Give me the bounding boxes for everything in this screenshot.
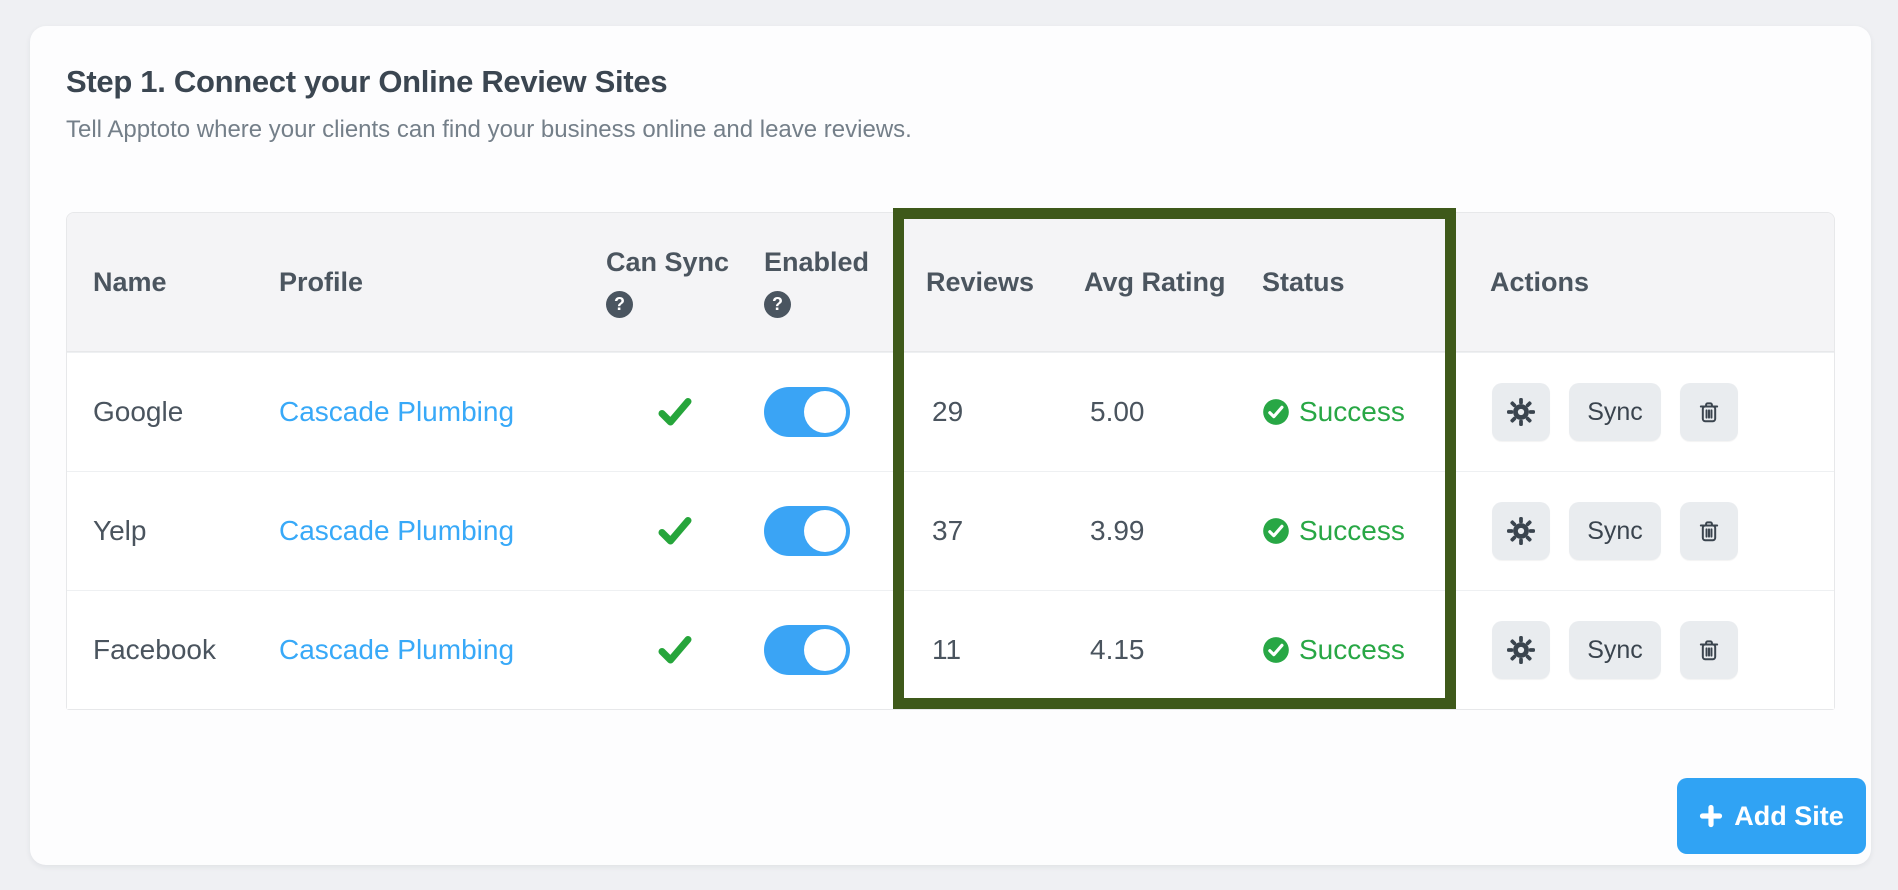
trash-icon <box>1699 521 1719 542</box>
table-row: Google Cascade Plumbing 29 5.00 Success … <box>67 352 1834 471</box>
can-sync-check-icon <box>658 516 764 546</box>
table-row: Yelp Cascade Plumbing 37 3.99 Success Sy… <box>67 471 1834 590</box>
header-name: Name <box>93 266 167 297</box>
toggle-knob <box>804 629 846 671</box>
delete-button[interactable] <box>1680 383 1738 441</box>
delete-button[interactable] <box>1680 502 1738 560</box>
status-text: Success <box>1299 396 1405 427</box>
reviews-count: 29 <box>932 396 964 427</box>
profile-link[interactable]: Cascade Plumbing <box>279 634 514 665</box>
success-check-icon <box>1263 518 1289 544</box>
delete-button[interactable] <box>1680 621 1738 679</box>
can-sync-help-icon[interactable]: ? <box>606 290 633 318</box>
settings-button[interactable] <box>1492 621 1550 679</box>
avg-rating-value: 4.15 <box>1090 634 1145 665</box>
avg-rating-value: 5.00 <box>1090 396 1145 427</box>
header-actions: Actions <box>1490 266 1590 297</box>
page-title: Step 1. Connect your Online Review Sites <box>66 64 668 99</box>
table-row: Facebook Cascade Plumbing 11 4.15 Succes… <box>67 590 1834 709</box>
plus-icon <box>1700 804 1723 828</box>
profile-link[interactable]: Cascade Plumbing <box>279 515 514 546</box>
status-badge: Success <box>1262 396 1490 428</box>
trash-icon <box>1699 402 1719 423</box>
status-badge: Success <box>1262 515 1490 547</box>
review-sites-table: Name Profile Can Sync ? Enabled ? Review… <box>66 212 1835 710</box>
reviews-count: 37 <box>932 515 964 546</box>
enabled-help-icon[interactable]: ? <box>764 290 791 318</box>
sync-button[interactable]: Sync <box>1569 621 1661 679</box>
header-status: Status <box>1262 266 1345 297</box>
enabled-toggle[interactable] <box>764 506 850 556</box>
site-name: Facebook <box>93 634 216 665</box>
enabled-toggle[interactable] <box>764 387 850 437</box>
add-site-button[interactable]: Add Site <box>1677 778 1866 854</box>
profile-link[interactable]: Cascade Plumbing <box>279 396 514 427</box>
gear-icon <box>1506 517 1535 545</box>
success-check-icon <box>1263 637 1289 663</box>
header-can-sync: Can Sync <box>606 246 730 277</box>
can-sync-check-icon <box>658 397 764 427</box>
page-subtitle: Tell Apptoto where your clients can find… <box>66 116 912 143</box>
site-name: Google <box>93 396 184 427</box>
header-avg-rating: Avg Rating <box>1084 266 1226 297</box>
can-sync-check-icon <box>658 635 764 665</box>
add-site-label: Add Site <box>1734 800 1844 831</box>
header-reviews: Reviews <box>926 266 1035 297</box>
enabled-toggle[interactable] <box>764 625 850 675</box>
sync-button[interactable]: Sync <box>1569 383 1661 441</box>
status-badge: Success <box>1262 634 1490 666</box>
settings-button[interactable] <box>1492 502 1550 560</box>
reviews-count: 11 <box>932 634 962 665</box>
sync-button[interactable]: Sync <box>1569 502 1661 560</box>
status-text: Success <box>1299 515 1405 546</box>
avg-rating-value: 3.99 <box>1090 515 1145 546</box>
header-enabled: Enabled <box>764 246 870 277</box>
trash-icon <box>1699 640 1719 661</box>
gear-icon <box>1506 398 1535 426</box>
gear-icon <box>1506 636 1535 664</box>
status-text: Success <box>1299 634 1405 665</box>
toggle-knob <box>804 391 846 433</box>
toggle-knob <box>804 510 846 552</box>
settings-button[interactable] <box>1492 383 1550 441</box>
site-name: Yelp <box>93 515 147 546</box>
success-check-icon <box>1263 399 1289 425</box>
content-card: Step 1. Connect your Online Review Sites… <box>30 26 1871 865</box>
table-header-row: Name Profile Can Sync ? Enabled ? Review… <box>67 213 1834 352</box>
header-profile: Profile <box>279 266 364 297</box>
